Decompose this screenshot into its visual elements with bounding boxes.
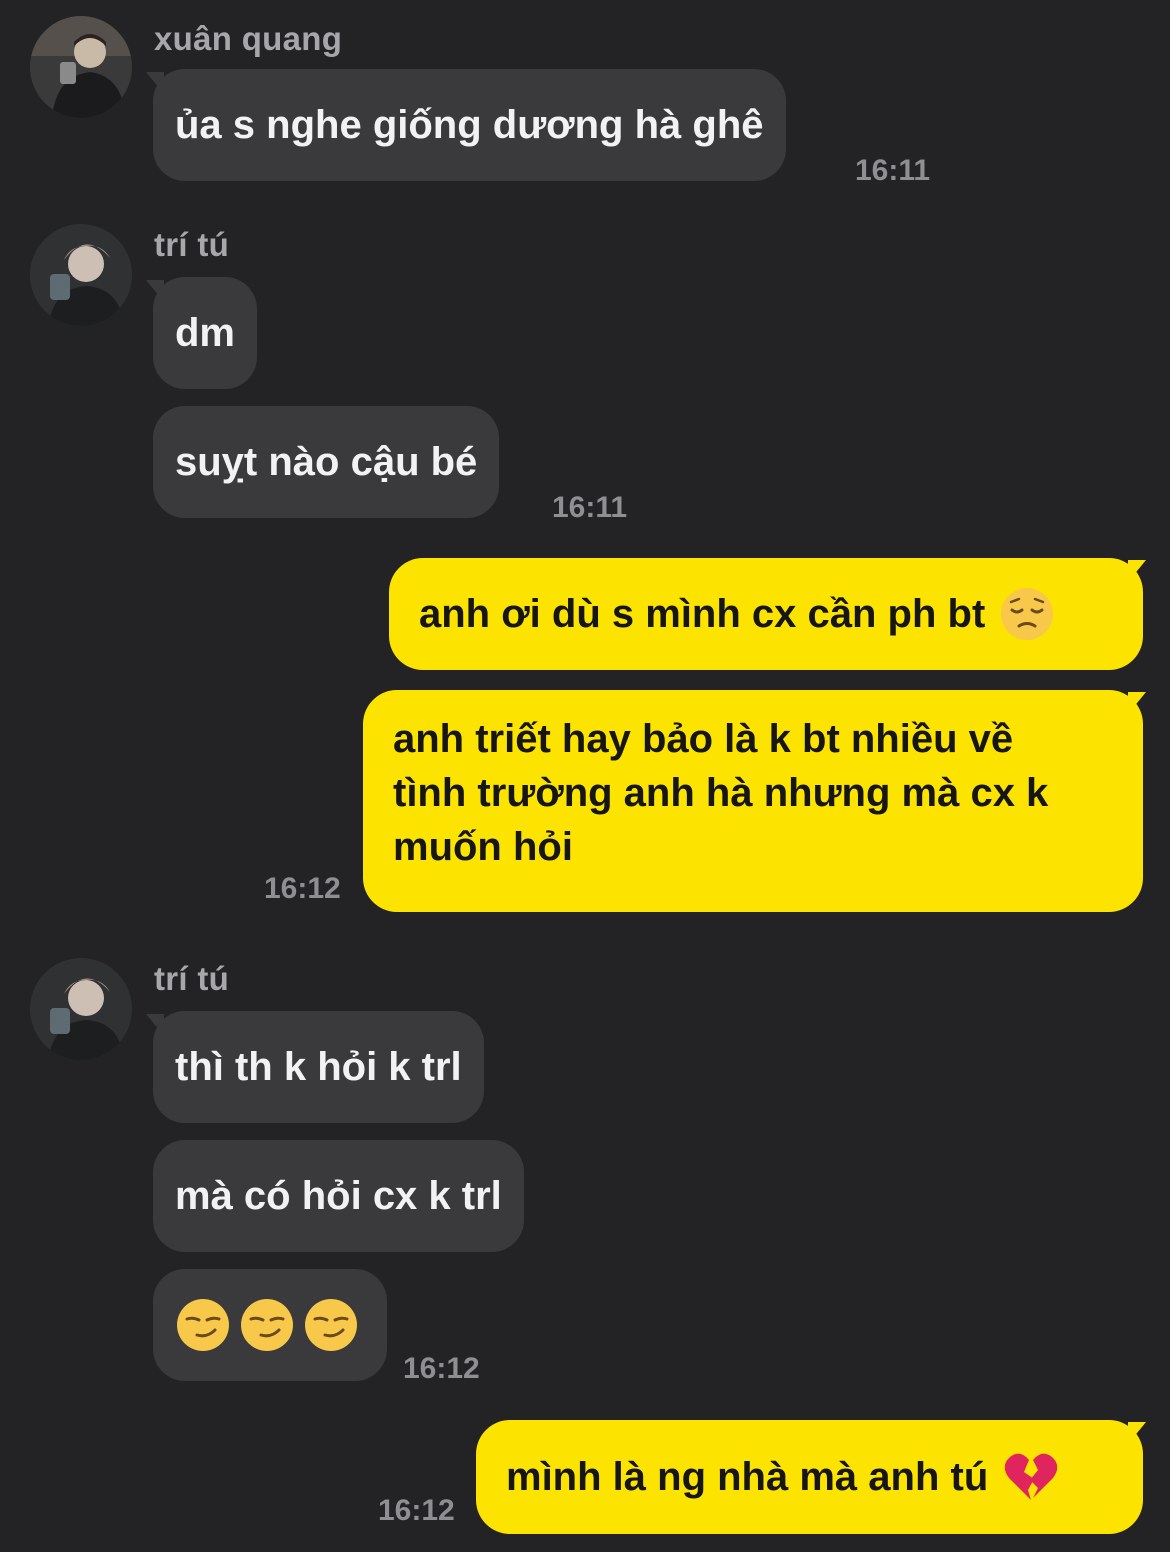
message-text: mình là ng nhà mà anh tú [506,1455,989,1499]
avatar-photo-icon [30,16,132,118]
message-bubble-outgoing[interactable]: anh ơi dù s mình cx cần ph bt [389,558,1143,670]
sender-name: xuân quang [154,20,343,57]
pensive-face-icon [999,586,1055,642]
message-text: thì th k hỏi k trl [175,1045,462,1089]
message-text-line: muốn hỏi [393,825,573,869]
smirking-face-icon [303,1297,359,1353]
message-bubble-emoji[interactable] [153,1269,387,1381]
message-time: 16:12 [264,872,341,905]
message-time: 16:12 [378,1494,455,1527]
message-bubble-outgoing[interactable]: anh triết hay bảo là k bt nhiều về tình … [363,690,1143,912]
message-bubble[interactable]: suỵt nào cậu bé [153,406,500,518]
message-bubble[interactable]: dm [153,277,257,389]
avatar-photo-icon [30,224,132,326]
message-bubble[interactable]: ủa s nghe giống dương hà ghê [153,69,786,181]
message-text: ủa s nghe giống dương hà ghê [175,103,764,147]
message-time: 16:12 [403,1352,480,1385]
avatar-tri-tu[interactable] [30,224,132,326]
sender-name: trí tú [154,226,230,263]
sender-name: trí tú [154,960,230,997]
message-time: 16:11 [855,154,931,187]
message-bubble[interactable]: mà có hỏi cx k trl [153,1140,524,1252]
message-text-line: anh triết hay bảo là k bt nhiều về [393,717,1014,761]
smirking-face-icon [175,1297,231,1353]
message-text: anh ơi dù s mình cx cần ph bt [419,592,986,636]
avatar-xuan-quang[interactable] [30,16,132,118]
smirking-face-icon [239,1297,295,1353]
message-time: 16:11 [552,491,628,524]
message-text: mà có hỏi cx k trl [175,1174,502,1218]
message-bubble-outgoing[interactable]: mình là ng nhà mà anh tú [476,1420,1143,1534]
avatar-tri-tu[interactable] [30,958,132,1060]
message-text-line: tình trường anh hà nhưng mà cx k [393,771,1049,815]
avatar-photo-icon [30,958,132,1060]
broken-heart-icon [1004,1452,1058,1502]
message-text: suỵt nào cậu bé [175,440,478,484]
message-text: dm [175,311,235,355]
message-bubble[interactable]: thì th k hỏi k trl [153,1011,484,1123]
